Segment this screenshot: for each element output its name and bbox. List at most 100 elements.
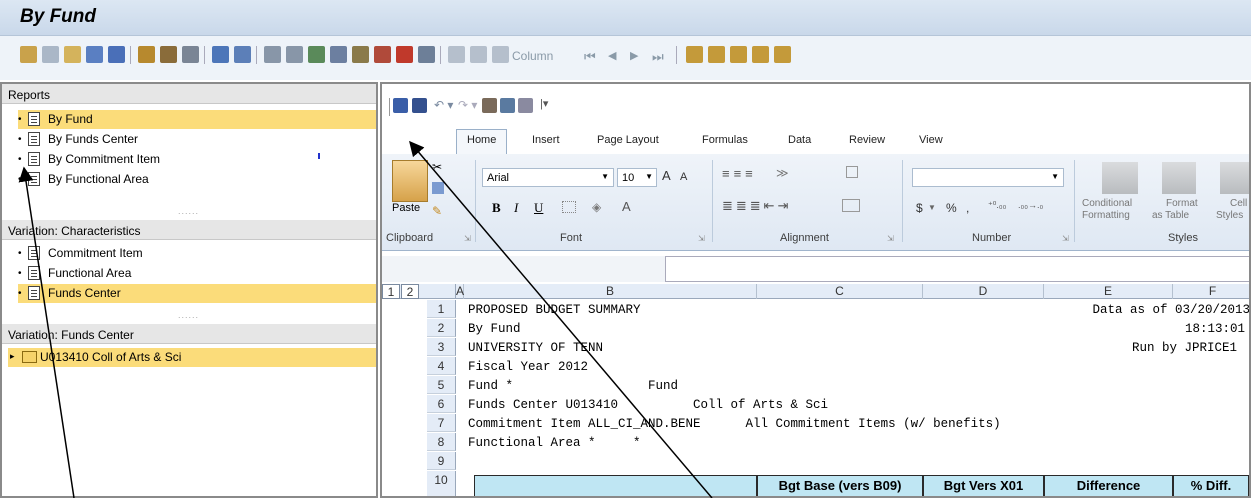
header-cell-f10[interactable]: % Diff. bbox=[1173, 475, 1249, 496]
row-header[interactable]: 5 bbox=[427, 376, 456, 394]
hierarchy-settings-icon[interactable] bbox=[774, 46, 791, 63]
tab-home[interactable]: Home bbox=[456, 129, 508, 154]
row-header[interactable]: 7 bbox=[427, 414, 456, 432]
header-cell-d10[interactable]: Bgt Vers X01 bbox=[923, 475, 1044, 496]
number-format-select[interactable]: ▼ bbox=[912, 168, 1064, 187]
row-header[interactable]: 2 bbox=[427, 319, 456, 337]
collapse-icon[interactable] bbox=[708, 46, 725, 63]
grow-font-icon[interactable]: A bbox=[662, 168, 671, 183]
sap-save-icon[interactable] bbox=[393, 98, 408, 113]
load-variant-icon[interactable] bbox=[470, 46, 487, 63]
decrease-decimal-icon[interactable]: .₀₀→.₀ bbox=[1018, 200, 1043, 210]
dialog-launcher-icon[interactable]: ⇲ bbox=[1062, 234, 1069, 243]
save-variant-icon[interactable] bbox=[448, 46, 465, 63]
cell-b6[interactable]: Funds Center U013410 Coll of Arts & Sci bbox=[468, 398, 828, 412]
find-icon[interactable] bbox=[396, 46, 413, 63]
row-header[interactable]: 8 bbox=[427, 433, 456, 451]
currency-format-button[interactable]: $ bbox=[916, 201, 923, 215]
cell-styles-icon[interactable] bbox=[1220, 162, 1249, 194]
conditional-label[interactable]: Conditional bbox=[1082, 198, 1132, 209]
customize-qat-icon[interactable]: |▾ bbox=[540, 97, 548, 110]
formula-input[interactable] bbox=[665, 256, 1249, 282]
save-icon[interactable] bbox=[412, 98, 427, 113]
font-name-select[interactable]: Arial ▼ bbox=[482, 168, 614, 187]
format-as-table-icon[interactable] bbox=[1162, 162, 1196, 194]
tab-page-layout[interactable]: Page Layout bbox=[597, 134, 659, 146]
tab-formulas[interactable]: Formulas bbox=[702, 134, 748, 146]
sort-icon[interactable] bbox=[286, 46, 303, 63]
header-cell-e10[interactable]: Difference bbox=[1044, 475, 1173, 496]
col-c[interactable]: C bbox=[757, 284, 923, 299]
cell-e3[interactable]: Run by JPRICE1 bbox=[1012, 341, 1237, 355]
columns-icon[interactable] bbox=[234, 46, 251, 63]
col-e[interactable]: E bbox=[1044, 284, 1173, 299]
paste-label[interactable]: Paste bbox=[392, 202, 420, 214]
comma-format-button[interactable]: , bbox=[966, 201, 969, 215]
chart-icon[interactable] bbox=[160, 46, 177, 63]
cell-b7[interactable]: Commitment Item ALL_CI_AND.BENE All Comm… bbox=[468, 417, 1001, 431]
cell-b5[interactable]: Fund * Fund bbox=[468, 379, 678, 393]
outline-level-2[interactable]: 2 bbox=[401, 284, 419, 299]
formatting-label[interactable]: Formatting bbox=[1082, 210, 1130, 221]
expand-all-icon[interactable] bbox=[730, 46, 747, 63]
wrap-text-icon[interactable] bbox=[846, 166, 858, 178]
subtotal-icon[interactable] bbox=[374, 46, 391, 63]
cell-b8[interactable]: Functional Area * * bbox=[468, 436, 641, 450]
merge-center-icon[interactable] bbox=[842, 199, 860, 212]
splitter-handle[interactable]: ...... bbox=[178, 310, 199, 320]
dialog-launcher-icon[interactable]: ⇲ bbox=[464, 234, 471, 243]
tree-item-u013410[interactable]: ▸ U013410 Coll of Arts & Sci bbox=[8, 348, 376, 367]
tree-icon[interactable] bbox=[64, 46, 81, 63]
word-icon[interactable] bbox=[330, 46, 347, 63]
undo-icon[interactable]: ↶ ▾ bbox=[434, 98, 453, 112]
format-label[interactable]: Format bbox=[1166, 198, 1198, 209]
dialog-launcher-icon[interactable]: ⇲ bbox=[887, 234, 894, 243]
tab-view[interactable]: View bbox=[919, 134, 943, 146]
italic-icon[interactable]: I bbox=[514, 200, 518, 216]
as-table-label[interactable]: as Table bbox=[1152, 210, 1189, 221]
dropdown-icon[interactable]: ▼ bbox=[928, 203, 936, 212]
tab-review[interactable]: Review bbox=[849, 134, 885, 146]
first-page-icon[interactable]: ⏮ bbox=[584, 49, 596, 65]
outline-level-1[interactable]: 1 bbox=[382, 284, 400, 299]
conditional-formatting-icon[interactable] bbox=[1102, 162, 1138, 194]
shrink-font-icon[interactable]: A bbox=[680, 171, 687, 183]
increase-decimal-icon[interactable]: ⁺⁰.₀₀ bbox=[988, 200, 1006, 211]
col-f[interactable]: F bbox=[1173, 284, 1249, 299]
bold-icon[interactable]: B bbox=[492, 200, 501, 216]
borders-icon[interactable] bbox=[562, 201, 576, 213]
dialog-launcher-icon[interactable]: ⇲ bbox=[698, 234, 705, 243]
row-header[interactable]: 3 bbox=[427, 338, 456, 356]
col-a[interactable]: A bbox=[456, 284, 464, 299]
cut-icon[interactable]: ✂ bbox=[432, 160, 442, 174]
horizontal-align-icons[interactable]: ≣≣≣⇤⇥ bbox=[722, 198, 791, 214]
table-icon[interactable] bbox=[86, 46, 103, 63]
export-icon[interactable] bbox=[138, 46, 155, 63]
splitter-handle[interactable]: ...... bbox=[178, 206, 199, 216]
tab-data[interactable]: Data bbox=[788, 134, 811, 146]
collapse-all-icon[interactable] bbox=[752, 46, 769, 63]
underline-icon[interactable]: U bbox=[534, 200, 543, 216]
expand-arrow-icon[interactable]: ▸ bbox=[10, 351, 15, 362]
cell-b3[interactable]: UNIVERSITY OF TENN bbox=[468, 341, 603, 355]
copy-icon[interactable] bbox=[432, 182, 444, 194]
print-icon[interactable] bbox=[352, 46, 369, 63]
row-header[interactable]: 6 bbox=[427, 395, 456, 413]
tree-item-funds-center[interactable]: • Funds Center bbox=[18, 284, 376, 303]
font-color-icon[interactable]: A bbox=[622, 199, 631, 214]
header-cell-b10[interactable] bbox=[474, 475, 757, 496]
print-icon[interactable] bbox=[482, 98, 497, 113]
variant-icon[interactable] bbox=[212, 46, 229, 63]
cell-b4[interactable]: Fiscal Year 2012 bbox=[468, 360, 588, 374]
expand-icon[interactable] bbox=[686, 46, 703, 63]
format-painter-icon[interactable]: ✎ bbox=[432, 204, 442, 218]
row-header[interactable]: 10 bbox=[427, 471, 456, 496]
last-page-icon[interactable]: ⏭ bbox=[652, 49, 664, 65]
row-header[interactable]: 4 bbox=[427, 357, 456, 375]
column-label[interactable]: Column bbox=[512, 49, 553, 63]
row-header[interactable]: 1 bbox=[427, 300, 456, 318]
info-icon[interactable] bbox=[108, 46, 125, 63]
select-all-corner[interactable] bbox=[427, 284, 456, 299]
next-page-icon[interactable]: ▶ bbox=[630, 49, 638, 62]
filter-icon[interactable] bbox=[264, 46, 281, 63]
